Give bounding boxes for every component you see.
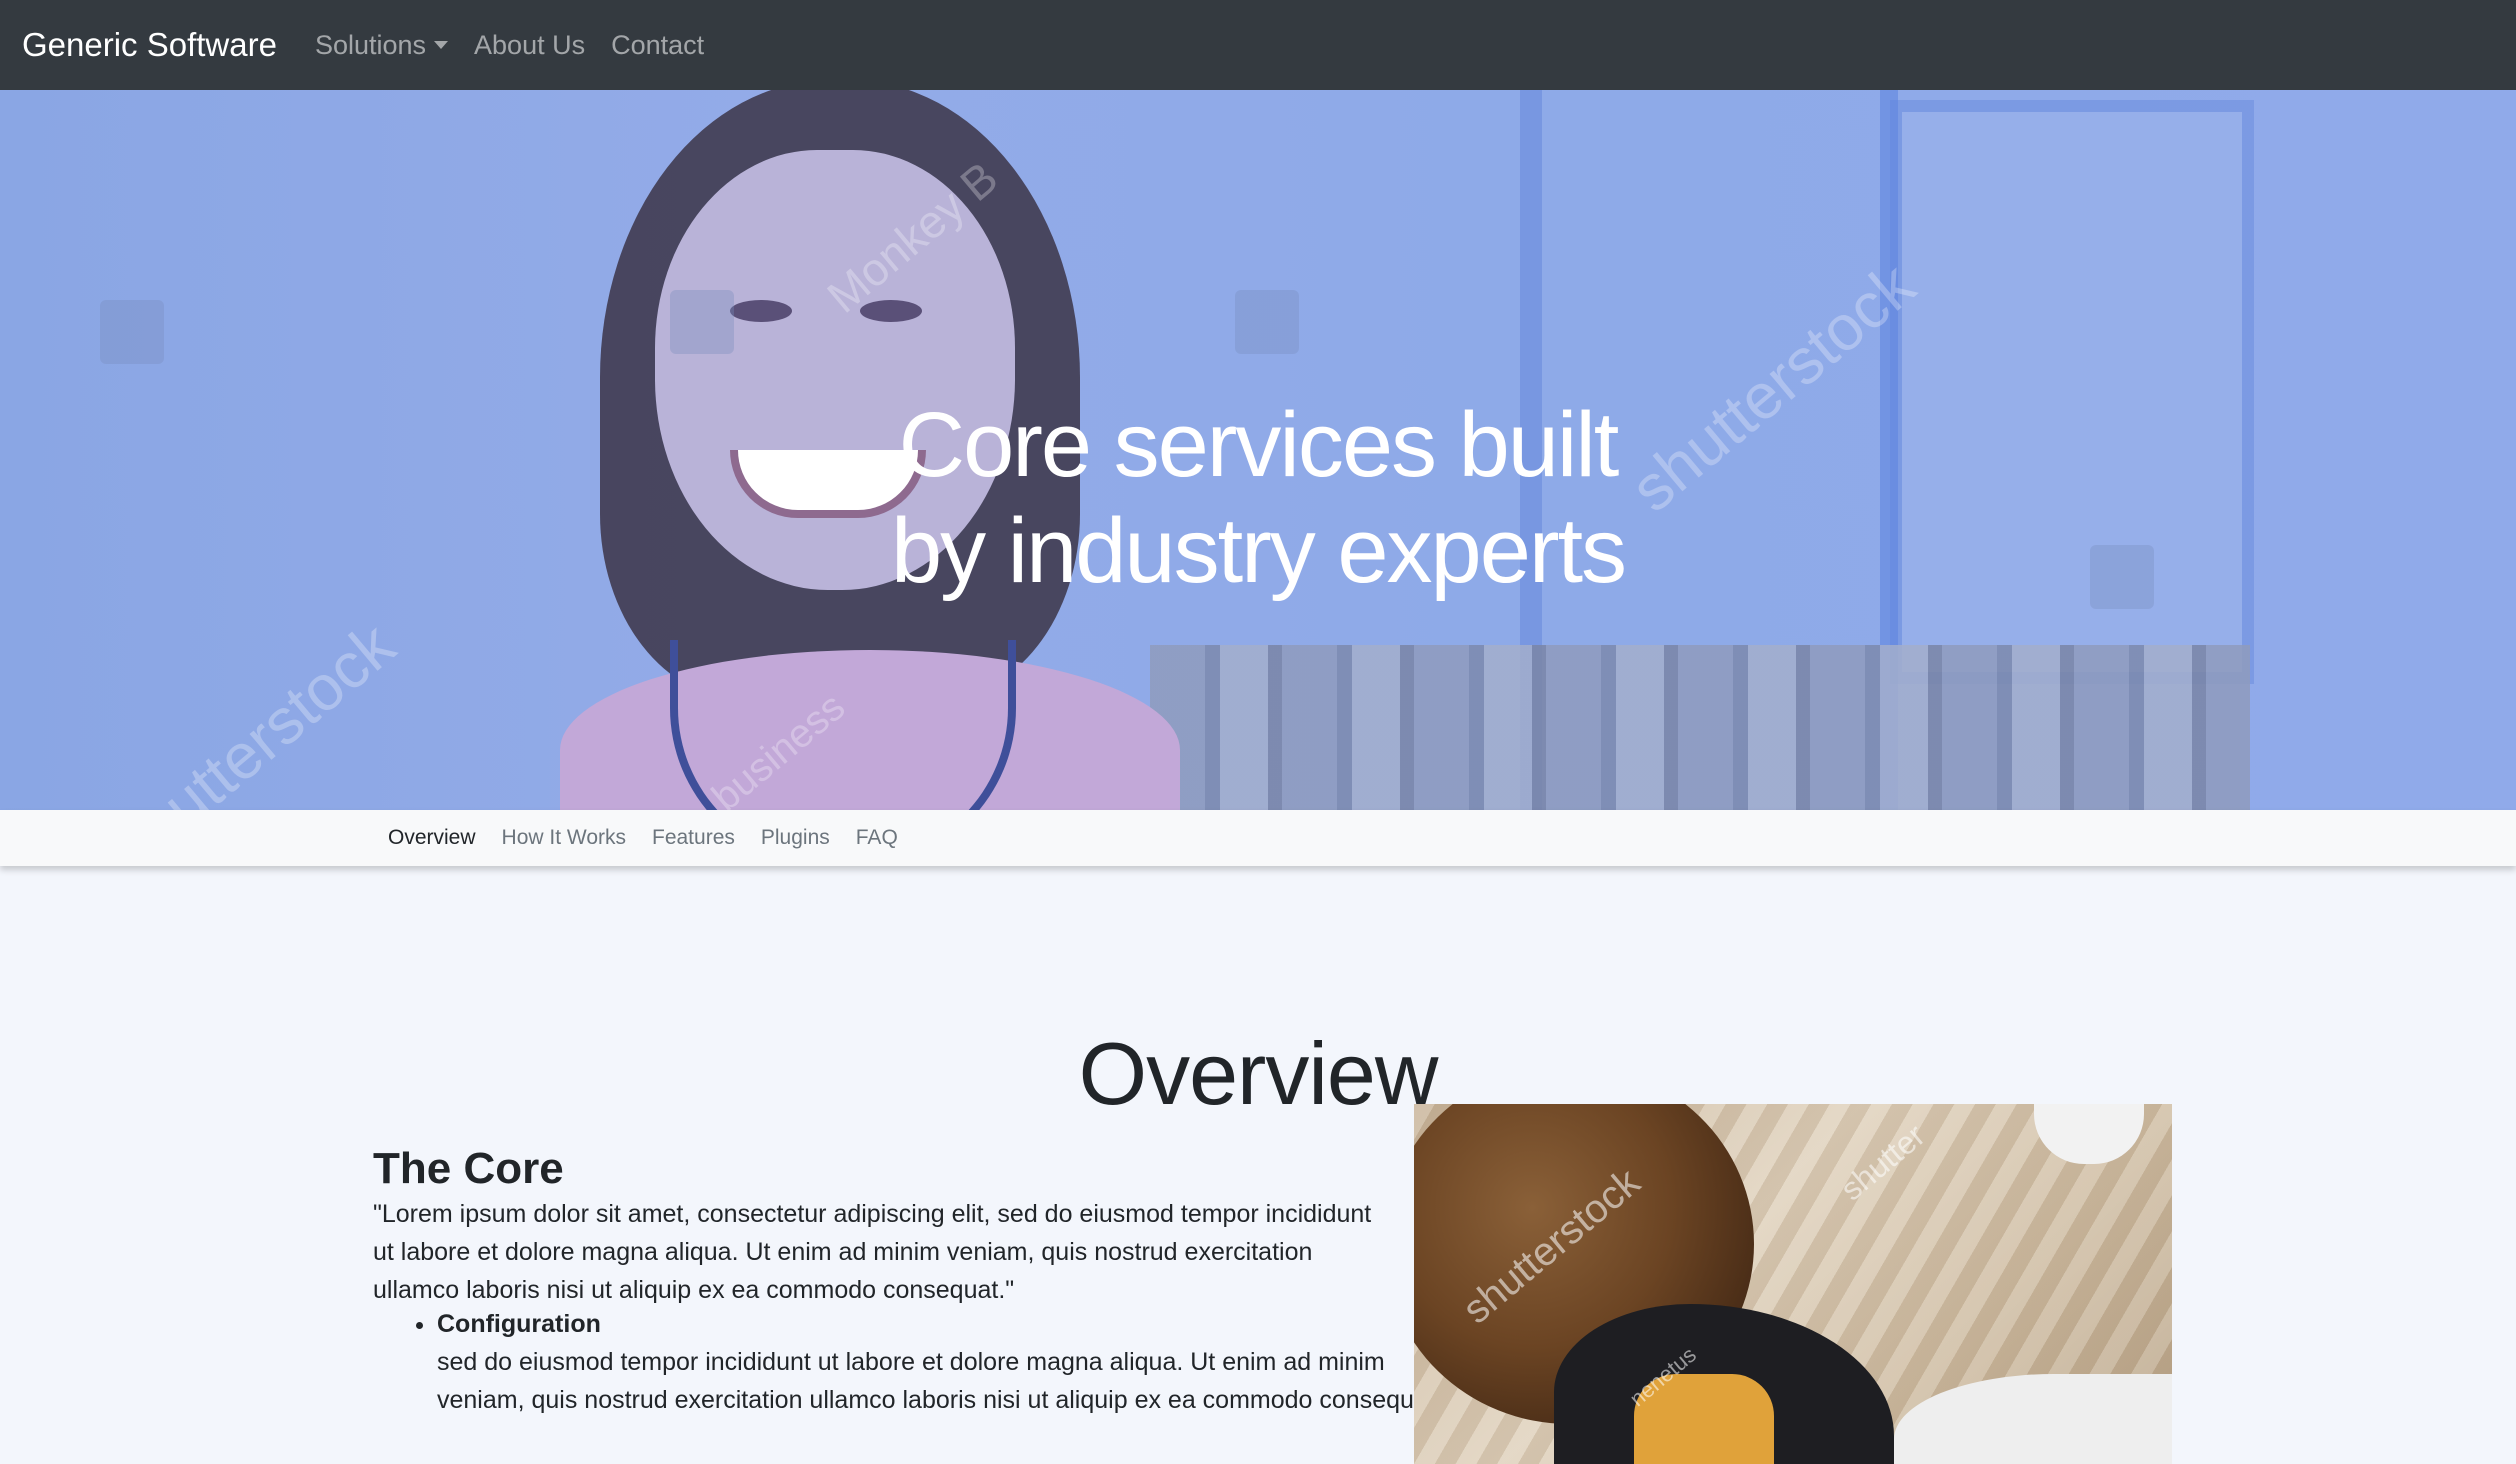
hero-title: Core services built by industry experts (0, 392, 2516, 604)
nav-solutions-label: Solutions (314, 29, 427, 60)
nav-solutions-dropdown[interactable]: Solutions (314, 29, 449, 61)
overview-photo: shutterstock shutter nenetus (1414, 1104, 2172, 1464)
subnav-faq[interactable]: FAQ (856, 826, 898, 850)
watermark-icon (670, 290, 734, 354)
feature-list: Configuration sed do eiusmod tempor inci… (373, 1305, 1447, 1419)
subnav-features[interactable]: Features (652, 826, 735, 850)
nav-about-us[interactable]: About Us (474, 30, 585, 61)
hero-title-line: by industry experts (890, 499, 1627, 602)
hero-title-line: Core services built (898, 393, 1620, 496)
watermark-icon (1235, 290, 1299, 354)
nav-contact[interactable]: Contact (611, 30, 704, 61)
hero-binders-shelf (1150, 645, 2250, 810)
core-paragraph: "Lorem ipsum dolor sit amet, consectetur… (373, 1200, 1372, 1304)
watermark-text: shutterstock (97, 608, 408, 810)
list-item: Configuration sed do eiusmod tempor inci… (437, 1305, 1447, 1419)
list-item-title: Configuration (437, 1310, 601, 1338)
watermark-icon (100, 300, 164, 364)
hero-banner: shutterstock Monkey B shutterstock busin… (0, 90, 2516, 810)
core-heading: The Core (373, 1144, 564, 1193)
brand-logo[interactable]: Generic Software (22, 26, 277, 64)
list-item-text: sed do eiusmod tempor incididunt ut labo… (437, 1348, 1442, 1414)
subnav-plugins[interactable]: Plugins (761, 826, 830, 850)
subnav-how-it-works[interactable]: How It Works (502, 826, 626, 850)
subnav-overview[interactable]: Overview (388, 826, 476, 850)
section-subnav: Overview How It Works Features Plugins F… (0, 810, 2516, 866)
top-navbar: Generic Software Solutions About Us Cont… (0, 0, 2516, 90)
caret-down-icon (434, 41, 449, 49)
